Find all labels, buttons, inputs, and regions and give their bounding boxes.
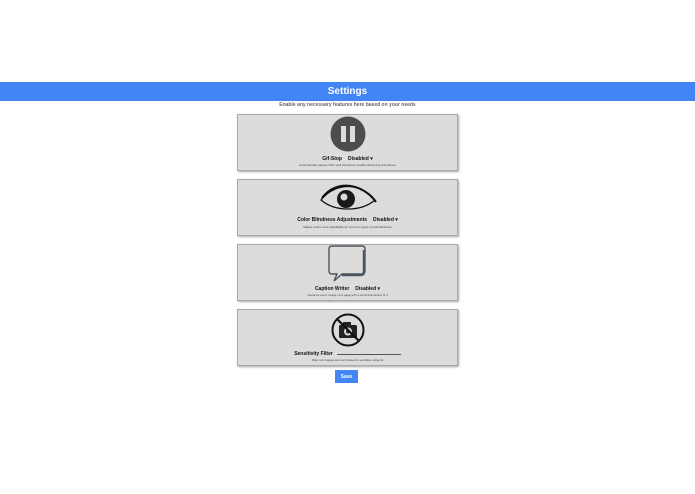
feature-description: Makes colors more identifiable for commo… bbox=[303, 225, 392, 229]
no-camera-icon bbox=[331, 313, 364, 347]
color-blindness-select[interactable]: Disabled ▾ bbox=[373, 217, 398, 223]
feature-card-color-blindness: Color Blindness Adjustments Disabled ▾ Ma… bbox=[237, 179, 458, 236]
caption-writer-select[interactable]: Disabled ▾ bbox=[355, 286, 380, 292]
eye-icon bbox=[319, 184, 377, 210]
page-title: Settings bbox=[327, 86, 368, 97]
feature-name: Caption Writer bbox=[314, 286, 350, 292]
page-header: Settings bbox=[0, 82, 695, 101]
page-subtitle: Enable any necessary features here based… bbox=[279, 102, 416, 108]
feature-description: Captions every image on a page with a wo… bbox=[307, 293, 388, 297]
feature-description: Automatically pauses GIF's and low-frame… bbox=[299, 163, 396, 167]
feature-name: Sensitivity Filter bbox=[294, 351, 333, 357]
feature-card-sensitivity-filter: Sensitivity Filter Filter out images and… bbox=[237, 309, 458, 366]
feature-name: Gif-Stop bbox=[322, 156, 342, 162]
sensitivity-filter-input[interactable] bbox=[336, 351, 401, 355]
feature-name: Color Blindness Adjustments bbox=[297, 217, 368, 223]
feature-card-gif-stop: Gif-Stop Disabled ▾ Automatically pauses … bbox=[237, 114, 458, 171]
gif-stop-select[interactable]: Disabled ▾ bbox=[348, 156, 373, 162]
feature-card-caption-writer: Caption Writer Disabled ▾ Captions every … bbox=[237, 244, 458, 301]
pause-icon bbox=[330, 116, 365, 152]
save-button[interactable]: Save bbox=[335, 370, 358, 383]
feature-description: Filter out images and text related to se… bbox=[311, 358, 384, 362]
speech-bubble-icon bbox=[327, 245, 366, 282]
